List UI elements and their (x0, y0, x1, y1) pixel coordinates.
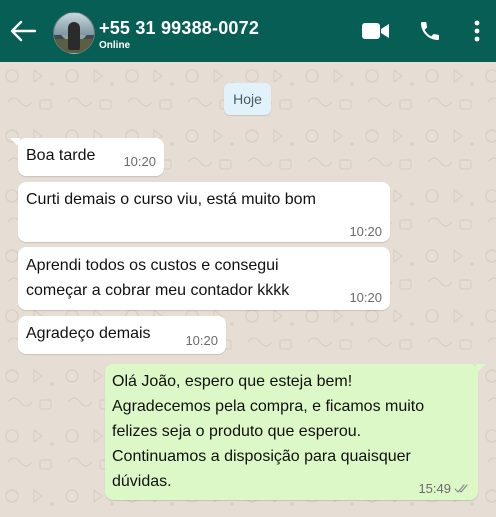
video-call-icon[interactable] (360, 17, 392, 45)
whatsapp-chat-screen: +55 31 99388-0072 Online Hoje Boa tarde … (0, 0, 496, 517)
incoming-message[interactable]: Boa tarde 10:20 (10, 138, 164, 176)
incoming-message[interactable]: Curti demais o curso viu, está muito bom… (18, 182, 390, 242)
message-time: 10:20 (349, 224, 382, 239)
more-vert-icon[interactable] (463, 17, 491, 45)
contact-name[interactable]: +55 31 99388-0072 (99, 18, 259, 39)
message-text: Agradeço demais (26, 325, 151, 342)
chat-header: +55 31 99388-0072 Online (0, 0, 496, 62)
message-text: Boa tarde (26, 147, 96, 164)
outgoing-message[interactable]: Olá João, espero que esteja bem! Agradec… (105, 364, 486, 500)
message-time: 15:49 (418, 481, 451, 496)
incoming-message[interactable]: Agradeço demais 10:20 (18, 316, 226, 354)
avatar[interactable] (53, 12, 95, 54)
double-check-icon (454, 484, 468, 493)
message-text: Curti demais o curso viu, está muito bom (26, 191, 316, 208)
message-time: 10:20 (123, 154, 156, 169)
back-arrow-icon[interactable] (6, 14, 40, 48)
phone-icon[interactable] (415, 17, 445, 45)
message-text: Aprendi todos os custos e consegui começ… (26, 257, 290, 299)
contact-status: Online (99, 40, 131, 51)
chat-area[interactable]: Hoje Boa tarde 10:20 Curti demais o curs… (0, 62, 496, 517)
incoming-message[interactable]: Aprendi todos os custos e consegui começ… (18, 247, 390, 310)
message-time: 10:20 (185, 333, 218, 348)
message-time: 10:20 (349, 290, 382, 305)
date-separator: Hoje (224, 83, 271, 115)
message-text: Olá João, espero que esteja bem! Agradec… (112, 373, 425, 490)
